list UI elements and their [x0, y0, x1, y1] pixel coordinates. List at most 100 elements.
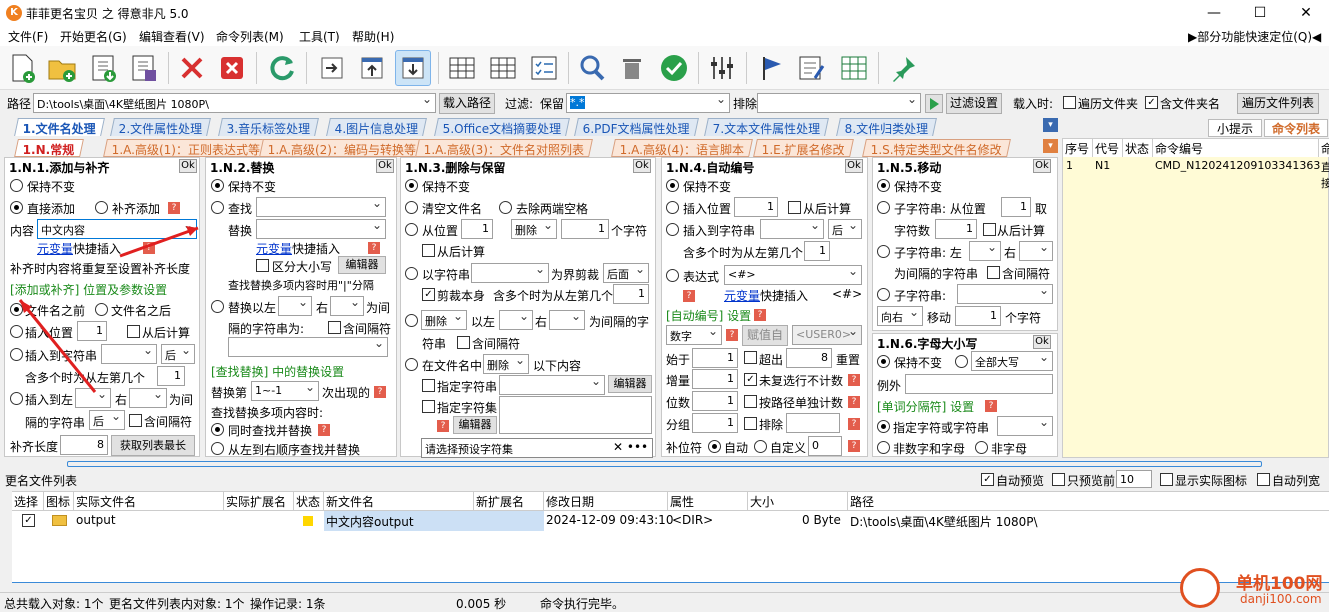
hash-insert[interactable]: <#>	[832, 287, 862, 301]
left-str-input[interactable]	[499, 310, 533, 330]
menu-edit-view[interactable]: 编辑查看(V)	[139, 28, 205, 45]
settings-sliders-icon[interactable]	[704, 50, 740, 86]
skip-unchecked-checkbox[interactable]: ✓	[744, 373, 757, 386]
subtabs-dropdown-icon[interactable]: ▾	[1043, 139, 1058, 153]
from-end-checkbox[interactable]	[422, 244, 435, 257]
editor-button-2[interactable]: 编辑器	[453, 416, 497, 434]
filter-settings-button[interactable]: 过滤设置	[946, 93, 1002, 114]
execute-check-icon[interactable]	[656, 50, 692, 86]
move-right-icon[interactable]	[314, 50, 350, 86]
help-icon[interactable]: ?	[726, 329, 738, 341]
close-button[interactable]: ✕	[1283, 0, 1329, 26]
add-folder-icon[interactable]	[44, 50, 80, 86]
tab-filename[interactable]: 1.文件名处理	[14, 118, 105, 136]
radio-find[interactable]	[211, 201, 224, 214]
edit-list-icon[interactable]	[794, 50, 830, 86]
col-header[interactable]: 状态	[294, 492, 324, 510]
tab-music-tag[interactable]: 3.音乐标签处理	[218, 118, 320, 136]
ok-button[interactable]: Ok	[1033, 159, 1051, 173]
row-select-checkbox[interactable]: ✓	[22, 514, 35, 527]
pos-spinner[interactable]: 1	[734, 197, 778, 217]
col-header[interactable]: 实际扩展名	[224, 492, 294, 510]
right-str-input[interactable]	[549, 310, 585, 330]
tab-classify[interactable]: 8.文件归类处理	[836, 118, 938, 136]
ok-button[interactable]: Ok	[179, 159, 197, 173]
minimize-button[interactable]: —	[1191, 0, 1237, 26]
tab-image-info[interactable]: 4.图片信息处理	[326, 118, 428, 136]
help-icon[interactable]: ?	[168, 202, 180, 214]
replace-input[interactable]	[256, 219, 386, 239]
radio-substr[interactable]	[877, 288, 890, 301]
col-header[interactable]: 修改日期	[544, 492, 668, 510]
count-spinner[interactable]: 1	[561, 219, 609, 239]
custom-pad-input[interactable]: 0	[808, 436, 842, 456]
get-max-length-button[interactable]: 获取列表最长	[111, 435, 195, 456]
radio-keep[interactable]	[877, 179, 890, 192]
after-select[interactable]: 后	[828, 219, 862, 239]
radio-trim[interactable]	[499, 201, 512, 214]
help-icon[interactable]: ?	[683, 290, 695, 302]
menu-file[interactable]: 文件(F)	[8, 28, 48, 45]
exclude-checkbox[interactable]	[744, 417, 757, 430]
radio-non-letter[interactable]	[975, 441, 988, 454]
var-link[interactable]: 元变量	[37, 240, 73, 257]
col-header[interactable]: 图标	[44, 492, 74, 510]
cut-self-checkbox[interactable]: ✓	[422, 288, 435, 301]
string-input[interactable]	[471, 263, 549, 283]
left-str-input[interactable]	[278, 296, 312, 316]
replace-count-select[interactable]: 1~-1	[251, 381, 319, 401]
radio-substr-lr[interactable]	[877, 245, 890, 258]
help-icon[interactable]: ?	[143, 242, 155, 254]
case-sensitive-checkbox[interactable]	[256, 259, 269, 272]
tabs-dropdown-icon[interactable]: ▾	[1043, 118, 1058, 132]
col-header[interactable]: 新扩展名	[474, 492, 544, 510]
expression-input[interactable]: <#>	[724, 265, 862, 285]
char-count-spinner[interactable]: 1	[935, 219, 977, 239]
tab-adv-regex[interactable]: 1.A.高级(1)：正则表达式等	[103, 139, 270, 157]
radio-clear-name[interactable]	[405, 201, 418, 214]
right-str-input[interactable]	[129, 388, 167, 408]
delete-icon[interactable]	[174, 50, 210, 86]
from-end-checkbox[interactable]	[788, 201, 801, 214]
multi-spinner[interactable]: 1	[613, 284, 649, 304]
left-str-input[interactable]	[969, 241, 1001, 261]
radio-specify[interactable]	[877, 420, 890, 433]
digits-spinner[interactable]: 1	[692, 391, 738, 411]
multi-spinner[interactable]: 1	[157, 366, 185, 386]
table-row[interactable]: ✓ output 中文内容output 2024-12-09 09:43:10 …	[12, 511, 1052, 531]
pin-icon[interactable]	[886, 50, 922, 86]
splitter-handle[interactable]	[67, 461, 1262, 467]
maximize-button[interactable]: ☐	[1237, 0, 1283, 26]
load-path-button[interactable]: 载入路径	[439, 93, 495, 114]
include-sep-checkbox[interactable]	[129, 414, 142, 427]
tab-adv-encoding[interactable]: 1.A.高级(2)：编码与转换等	[259, 139, 426, 157]
help-icon[interactable]: ?	[754, 309, 766, 321]
radio-insert-str[interactable]	[10, 348, 23, 361]
radio-case[interactable]	[955, 355, 968, 368]
quick-insert[interactable]: 快捷插入	[760, 287, 808, 304]
clear-preset-icon[interactable]: ✕ •••	[613, 440, 648, 454]
radio-keep[interactable]	[10, 179, 23, 192]
move-up-icon[interactable]	[354, 50, 390, 86]
radio-from-pos[interactable]	[405, 223, 418, 236]
auto-preview-checkbox[interactable]: ✓	[981, 473, 994, 486]
step-spinner[interactable]: 1	[692, 369, 738, 389]
insert-str-input[interactable]	[101, 344, 157, 364]
exceed-checkbox[interactable]	[744, 351, 757, 364]
move-down-icon[interactable]	[395, 50, 431, 86]
col-header[interactable]: 状态	[1123, 139, 1153, 157]
help-icon[interactable]: ?	[848, 440, 860, 452]
delete-select-2[interactable]: 删除	[483, 354, 529, 374]
ok-button[interactable]: Ok	[845, 159, 863, 173]
content-input[interactable]: 中文内容	[37, 219, 197, 239]
col-header[interactable]: 实际文件名	[74, 492, 224, 510]
radio-before-name[interactable]	[10, 303, 23, 316]
col-header[interactable]: 新文件名	[324, 492, 474, 510]
tab-pdf[interactable]: 6.PDF文档属性处理	[574, 118, 699, 136]
tab-special-type[interactable]: 1.S.特定类型文件名修改	[862, 139, 1011, 157]
trash-icon[interactable]	[614, 50, 650, 86]
col-header[interactable]: 代号	[1093, 139, 1123, 157]
menu-quick-locate[interactable]: ▶部分功能快速定位(Q)◀	[1188, 28, 1321, 45]
apply-filter-button[interactable]	[925, 94, 943, 113]
pos-spinner[interactable]: 1	[77, 321, 107, 341]
